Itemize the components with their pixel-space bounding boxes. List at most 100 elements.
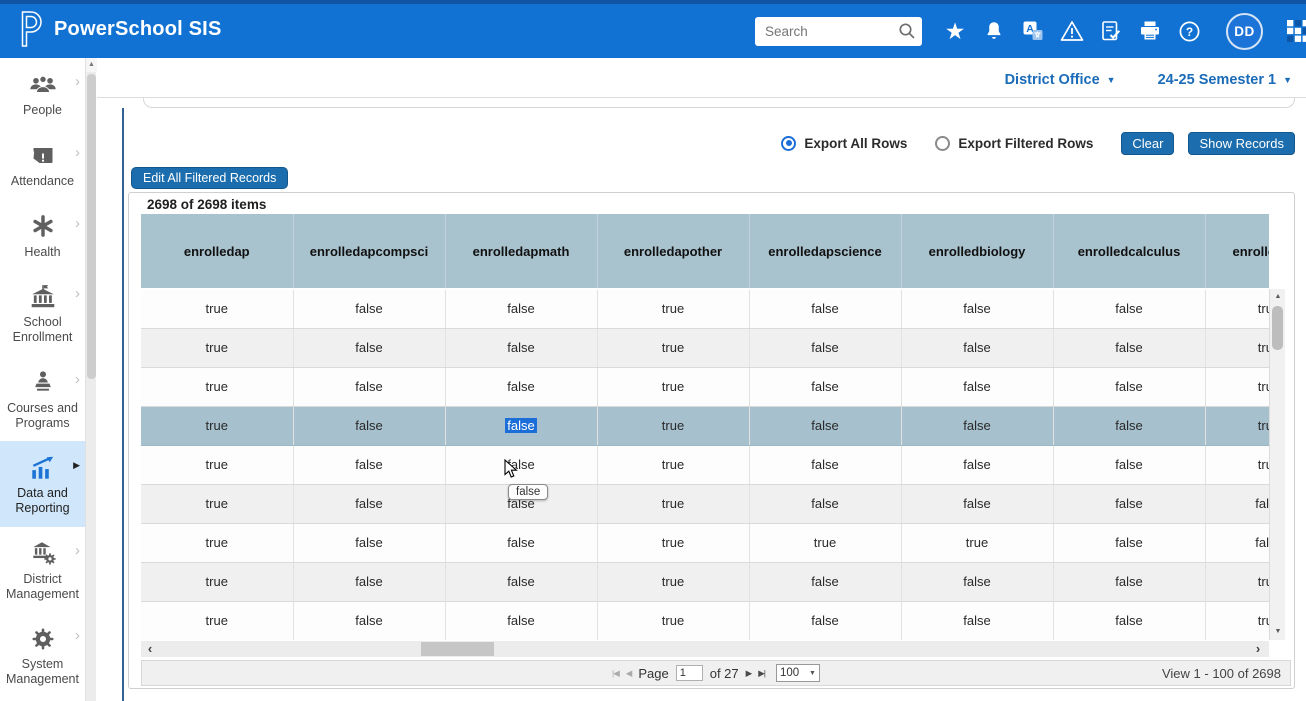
table-cell[interactable]: true xyxy=(141,562,293,601)
sidebar-item-courses-and-programs[interactable]: › Courses and Programs xyxy=(0,356,85,442)
search-input[interactable] xyxy=(755,17,922,46)
table-cell[interactable]: true xyxy=(901,523,1053,562)
table-cell[interactable]: false xyxy=(1205,523,1269,562)
table-cell[interactable]: false xyxy=(901,367,1053,406)
page-size-select[interactable]: 100 ▼ xyxy=(776,664,820,682)
scroll-left-arrow-icon[interactable]: ‹ xyxy=(141,641,159,657)
table-cell[interactable]: false xyxy=(445,289,597,328)
table-cell[interactable]: true xyxy=(597,445,749,484)
table-cell[interactable]: true xyxy=(597,523,749,562)
sidebar-item-attendance[interactable]: › Attendance xyxy=(0,129,85,200)
table-cell[interactable]: false xyxy=(293,523,445,562)
export-filtered-rows-radio[interactable]: Export Filtered Rows xyxy=(935,136,1093,151)
table-cell[interactable]: false xyxy=(749,562,901,601)
table-cell[interactable]: false xyxy=(445,367,597,406)
sidebar-item-data-and-reporting[interactable]: ▶ Data and Reporting xyxy=(0,441,85,527)
table-cell[interactable]: false xyxy=(293,406,445,445)
page-number-input[interactable] xyxy=(676,665,703,681)
table-horizontal-scrollbar[interactable]: ‹ › xyxy=(141,641,1269,657)
table-cell[interactable]: false xyxy=(1053,289,1205,328)
scroll-up-arrow-icon[interactable]: ▲ xyxy=(86,58,97,72)
sidebar-item-system-management[interactable]: › System Management xyxy=(0,612,85,698)
school-selector[interactable]: District Office ▼ xyxy=(1005,72,1116,88)
table-cell[interactable]: true xyxy=(749,523,901,562)
table-cell[interactable]: false xyxy=(445,562,597,601)
table-cell[interactable]: false xyxy=(1053,562,1205,601)
table-cell[interactable]: true xyxy=(597,406,749,445)
table-cell[interactable]: true xyxy=(1205,289,1269,328)
table-cell[interactable]: true xyxy=(141,484,293,523)
table-cell[interactable]: true xyxy=(597,367,749,406)
table-cell[interactable]: true xyxy=(141,445,293,484)
scroll-right-arrow-icon[interactable]: › xyxy=(1249,641,1267,657)
table-cell[interactable]: false xyxy=(1053,328,1205,367)
favorites-star-icon[interactable]: ★ xyxy=(943,19,967,43)
table-cell[interactable]: false xyxy=(749,289,901,328)
table-cell[interactable]: true xyxy=(141,328,293,367)
table-cell[interactable]: false xyxy=(293,328,445,367)
table-cell[interactable]: false xyxy=(1053,601,1205,640)
table-cell[interactable]: false xyxy=(901,289,1053,328)
table-cell[interactable]: true xyxy=(1205,562,1269,601)
first-page-button[interactable]: |◀ xyxy=(612,668,619,679)
column-header[interactable]: enrolledcalculus xyxy=(1053,214,1205,289)
help-icon[interactable]: ? xyxy=(1177,19,1201,43)
table-cell[interactable]: false xyxy=(445,601,597,640)
table-cell[interactable]: false xyxy=(1205,484,1269,523)
table-cell[interactable]: true xyxy=(141,406,293,445)
translation-icon[interactable]: A xyxy=(1021,19,1045,43)
table-cell[interactable]: false xyxy=(445,523,597,562)
table-cell[interactable]: false xyxy=(901,328,1053,367)
term-selector[interactable]: 24-25 Semester 1 ▼ xyxy=(1158,72,1292,88)
table-cell[interactable]: false xyxy=(901,445,1053,484)
table-cell[interactable]: false xyxy=(445,328,597,367)
table-cell[interactable]: false xyxy=(293,445,445,484)
user-avatar[interactable]: DD xyxy=(1226,13,1263,50)
column-header[interactable]: enrolledapmath xyxy=(445,214,597,289)
table-cell[interactable]: false xyxy=(293,367,445,406)
column-header[interactable]: enrolledche xyxy=(1205,214,1269,289)
table-cell[interactable]: false xyxy=(445,445,597,484)
edit-all-filtered-records-button[interactable]: Edit All Filtered Records xyxy=(131,167,288,189)
export-all-rows-radio[interactable]: Export All Rows xyxy=(781,136,907,151)
table-cell[interactable]: false xyxy=(1053,406,1205,445)
table-cell[interactable]: false xyxy=(901,484,1053,523)
form-review-checklist-icon[interactable] xyxy=(1099,19,1123,43)
table-cell[interactable]: true xyxy=(597,328,749,367)
next-page-button[interactable]: ▶ xyxy=(746,668,752,679)
table-cell[interactable]: false xyxy=(901,562,1053,601)
horizontal-scrollbar-thumb[interactable] xyxy=(421,642,494,656)
brand-area[interactable]: PowerSchool SIS xyxy=(0,10,221,48)
table-cell[interactable]: true xyxy=(141,601,293,640)
sidebar-item-district-management[interactable]: › District Management xyxy=(0,527,85,613)
table-cell[interactable]: false xyxy=(1053,367,1205,406)
table-cell[interactable]: false xyxy=(293,289,445,328)
scroll-up-arrow-icon[interactable]: ▲ xyxy=(1270,290,1286,304)
sidebar-item-school-enrollment[interactable]: › School Enrollment xyxy=(0,270,85,356)
table-cell[interactable]: true xyxy=(141,289,293,328)
table-cell[interactable]: true xyxy=(141,523,293,562)
sidebar-item-people[interactable]: › People xyxy=(0,58,85,129)
table-cell[interactable]: false xyxy=(901,406,1053,445)
app-switcher-grid-icon[interactable] xyxy=(1286,19,1306,43)
table-cell[interactable]: false xyxy=(749,328,901,367)
print-icon[interactable] xyxy=(1138,19,1162,43)
column-header[interactable]: enrolledap xyxy=(141,214,293,289)
clear-button[interactable]: Clear xyxy=(1121,132,1174,155)
table-cell[interactable]: true xyxy=(1205,328,1269,367)
previous-page-button[interactable]: ◀ xyxy=(626,668,632,679)
table-cell[interactable]: false xyxy=(901,601,1053,640)
table-cell[interactable]: false xyxy=(749,484,901,523)
column-header[interactable]: enrolledapother xyxy=(597,214,749,289)
table-cell[interactable]: false xyxy=(749,601,901,640)
table-cell[interactable]: true xyxy=(1205,601,1269,640)
sidebar-item-health[interactable]: › Health xyxy=(0,200,85,271)
table-cell[interactable]: true xyxy=(597,289,749,328)
show-records-button[interactable]: Show Records xyxy=(1188,132,1295,155)
last-page-button[interactable]: ▶| xyxy=(758,668,765,679)
column-header[interactable]: enrolledapscience xyxy=(749,214,901,289)
table-cell[interactable]: false xyxy=(1053,523,1205,562)
table-cell[interactable]: false xyxy=(749,367,901,406)
table-cell[interactable]: false xyxy=(1053,445,1205,484)
table-cell[interactable]: true xyxy=(141,367,293,406)
